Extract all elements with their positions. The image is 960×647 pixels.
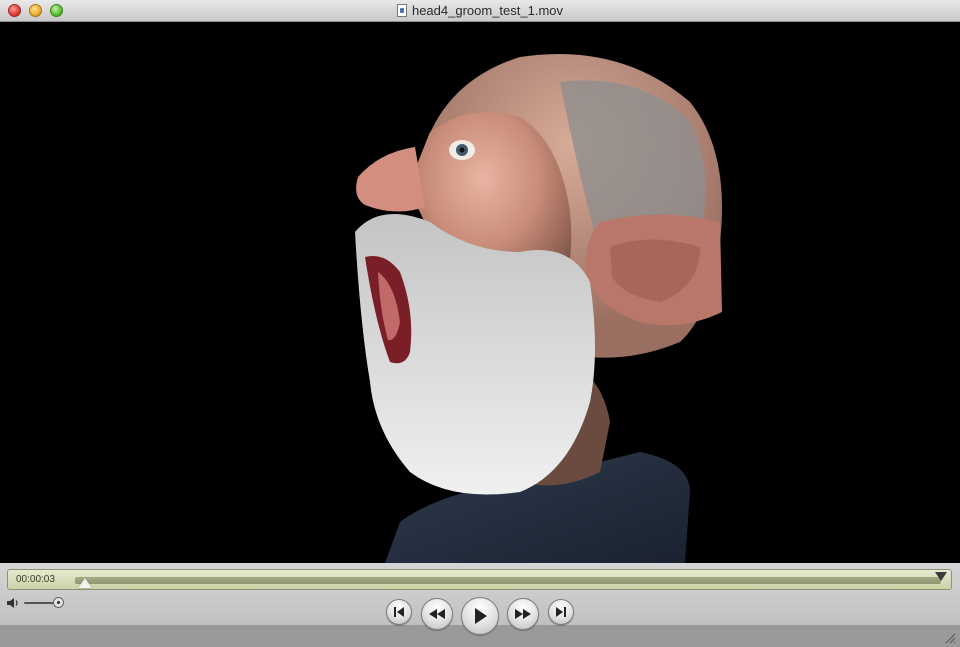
go-to-start-icon	[394, 607, 404, 617]
play-icon	[475, 608, 487, 624]
play-button[interactable]	[461, 597, 499, 635]
resize-grip-icon[interactable]	[944, 632, 956, 644]
speaker-icon[interactable]	[6, 597, 20, 609]
video-frame[interactable]	[0, 22, 960, 563]
end-marker-icon[interactable]	[935, 572, 947, 581]
window-title: head4_groom_test_1.mov	[411, 3, 564, 18]
go-to-end-button[interactable]	[548, 599, 574, 625]
rewind-button[interactable]	[421, 598, 453, 630]
go-to-start-button[interactable]	[386, 599, 412, 625]
quicktime-window: head4_groom_test_1.mov 00:00:03	[0, 0, 960, 647]
rewind-icon	[429, 609, 445, 619]
volume-slider-thumb[interactable]	[52, 597, 64, 608]
current-time-display: 00:00:03	[16, 574, 55, 585]
playhead-handle[interactable]	[77, 578, 92, 588]
title-bar[interactable]: head4_groom_test_1.mov	[0, 0, 960, 22]
fast-forward-icon	[515, 609, 531, 619]
document-icon[interactable]	[396, 4, 407, 17]
timeline-track[interactable]	[75, 577, 941, 584]
window-title-area: head4_groom_test_1.mov	[0, 3, 960, 18]
fast-forward-button[interactable]	[507, 598, 539, 630]
go-to-end-icon	[556, 607, 566, 617]
video-content-image	[355, 54, 722, 563]
